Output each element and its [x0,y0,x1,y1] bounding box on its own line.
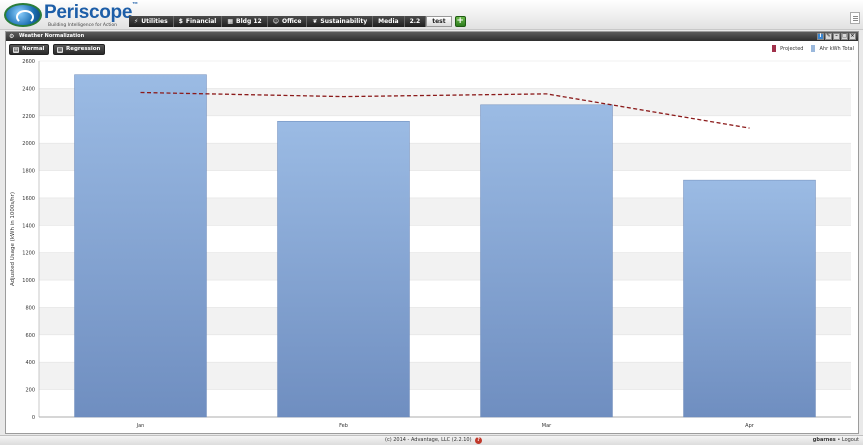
logout-link[interactable]: Logout [842,437,859,443]
footer: (c) 2014 - Advantage, LLC (2.2.10) ? gba… [0,435,863,445]
logo-name: Periscope™ [44,2,138,23]
x-tick-label: Jan [136,423,145,429]
bar-mar [480,104,613,418]
legend-label-projected: Projected [780,45,804,52]
grid-icon: ▦ [57,46,63,53]
y-tick-label: 2400 [22,86,35,92]
tab-test[interactable]: test [426,16,452,27]
tab-label: 2.2 [409,18,421,25]
y-tick-label: 1400 [22,223,35,229]
tab-label: Office [281,18,302,25]
logo-tagline: Building Intelligence for Action [48,23,118,28]
tab-media[interactable]: Media [373,16,405,27]
dashboard-tabs: ⚡ Utilities $ Financial ▦ Bldg 12 ☺ Office ❦ Sust… [129,16,466,27]
tab-label: Utilities [141,18,168,25]
info-icon[interactable]: i [817,33,824,40]
tab-2-2[interactable]: 2.2 [404,16,427,27]
username[interactable]: gbarnes [813,437,836,443]
x-tick-label: Apr [745,423,755,429]
tab-bldg-12[interactable]: ▦ Bldg 12 [222,16,268,27]
building-icon: ▦ [227,17,234,25]
panel-header: ⚙ Weather Normalization i ✎ – □ × [6,32,858,41]
bar-feb [277,120,410,418]
copyright-text: (c) 2014 - Advantage, LLC (2.2.10) [385,437,472,443]
close-icon[interactable]: × [849,33,856,40]
chart-legend: Projected Ahr kWh Total [772,45,854,52]
window-controls: i ✎ – □ × [817,33,856,40]
legend-swatch-kwh [811,45,816,52]
y-tick-label: 600 [25,333,35,339]
y-tick-label: 0 [32,415,35,421]
top-bar: Periscope™ Building Intelligence for Act… [0,0,863,30]
x-tick-label: Feb [339,423,348,429]
y-tick-label: 800 [25,305,35,311]
y-axis-label: Adjusted Usage (kWh in 1000s/hr) [10,192,16,286]
help-icon[interactable]: ? [475,437,482,444]
add-tab-button[interactable]: + [454,16,466,27]
edit-icon[interactable]: ✎ [825,33,832,40]
app-window: Periscope™ Building Intelligence for Act… [0,0,863,445]
bar-apr [683,179,816,418]
weather-normalization-panel: ⚙ Weather Normalization i ✎ – □ × ▤ Norm… [5,31,859,434]
periscope-logo-icon [4,3,42,27]
y-tick-label: 1800 [22,169,35,175]
normal-button-label: Normal [22,46,45,52]
tab-label: Bldg 12 [236,18,262,25]
y-tick-label: 400 [25,360,35,366]
weather-normalization-chart: 0 200 400 600 800 1000 1200 1400 1600 1800 2000 220… [10,59,851,429]
regression-button[interactable]: ▦ Regression [53,44,106,55]
tab-utilities[interactable]: ⚡ Utilities [129,16,174,27]
tab-sustainability[interactable]: ❦ Sustainability [307,16,374,27]
maximize-icon[interactable]: □ [841,33,848,40]
y-tick-label: 2000 [22,141,35,147]
bar-jan [74,74,207,418]
x-tick-label: Mar [542,423,552,429]
leaf-icon: ❦ [312,17,318,25]
periscope-logo[interactable]: Periscope™ Building Intelligence for Act… [4,2,138,28]
normal-button[interactable]: ▤ Normal [9,44,50,55]
menu-icon[interactable] [850,12,860,24]
legend-item-projected[interactable]: Projected [772,45,803,52]
y-tick-label: 1200 [22,251,35,257]
chart-icon: ▤ [13,46,19,53]
y-tick-label: 1000 [22,278,35,284]
panel-title: Weather Normalization [19,33,85,39]
legend-item-kwh[interactable]: Ahr kWh Total [811,45,854,52]
tab-label: Media [378,18,399,25]
regression-button-label: Regression [66,46,101,52]
users-icon: ☺ [272,17,279,25]
tab-label: test [432,18,446,25]
minimize-icon[interactable]: – [833,33,840,40]
gear-icon[interactable]: ⚙ [9,33,14,40]
tab-label: Sustainability [320,18,368,25]
legend-swatch-projected [772,45,777,52]
dollar-icon: $ [178,17,183,25]
y-tick-label: 2200 [22,114,35,120]
y-tick-label: 1600 [22,196,35,202]
tab-label: Financial [185,18,217,25]
y-tick-label: 200 [25,388,35,394]
user-info: gbarnes • Logout [812,437,859,443]
legend-label-kwh: Ahr kWh Total [819,45,854,52]
y-tick-label: 2600 [22,59,35,65]
tab-financial[interactable]: $ Financial [173,16,223,27]
lightning-icon: ⚡ [134,17,139,25]
tab-office[interactable]: ☺ Office [267,16,308,27]
